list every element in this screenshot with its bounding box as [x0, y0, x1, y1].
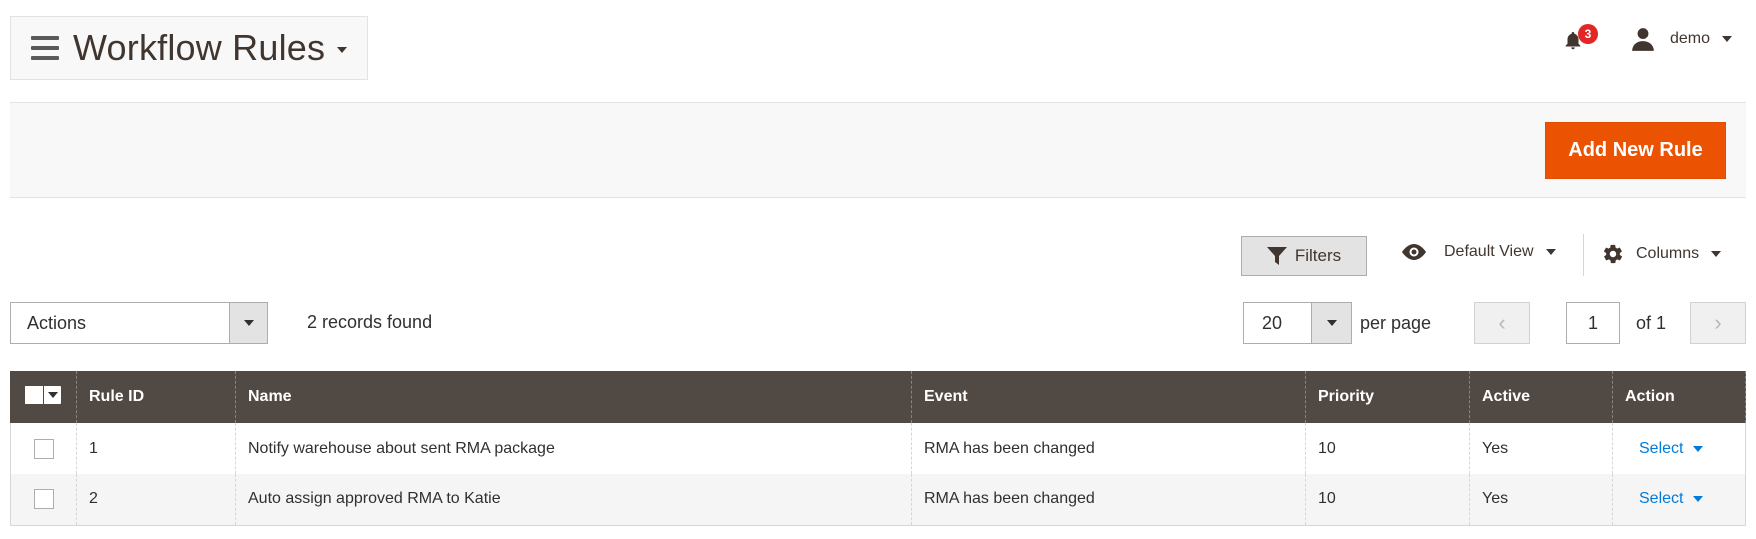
mass-select-checkbox[interactable]: [25, 385, 61, 404]
row-action-select[interactable]: Select: [1639, 439, 1704, 458]
chevron-down-icon: [1711, 251, 1722, 257]
row-action-label: Select: [1639, 490, 1684, 508]
per-page-value: 20: [1262, 312, 1283, 333]
page-title-switcher[interactable]: Workflow Rules: [10, 16, 368, 80]
notification-count-badge: 3: [1578, 24, 1598, 44]
add-new-rule-button[interactable]: Add New Rule: [1545, 122, 1726, 179]
column-header-name[interactable]: Name: [235, 371, 912, 423]
rule-name-cell: Auto assign approved RMA to Katie: [235, 474, 912, 526]
row-select-cell: [10, 474, 77, 526]
view-label: Default View: [1444, 243, 1534, 260]
chevron-down-icon: [47, 391, 58, 398]
rule-active-cell: Yes: [1469, 423, 1613, 474]
per-page-label: per page: [1360, 313, 1432, 333]
rule-active-cell: Yes: [1469, 474, 1613, 526]
user-icon: [1632, 28, 1654, 51]
row-select-cell: [10, 423, 77, 474]
menu-icon: [31, 36, 59, 60]
column-header-event[interactable]: Event: [911, 371, 1306, 423]
chevron-down-icon: [1693, 496, 1704, 503]
chevron-down-icon: [337, 47, 348, 53]
table-row: 2 Auto assign approved RMA to Katie RMA …: [10, 474, 1746, 526]
rule-action-cell: Select: [1612, 423, 1746, 474]
rule-action-cell: Select: [1612, 474, 1746, 526]
user-name: demo: [1670, 30, 1711, 47]
row-checkbox[interactable]: [34, 438, 54, 459]
chevron-down-icon: [1693, 445, 1704, 452]
row-action-select[interactable]: Select: [1639, 490, 1704, 508]
total-pages-label: of 1: [1636, 313, 1667, 333]
row-checkbox[interactable]: [34, 489, 54, 510]
columns-control[interactable]: Columns: [1602, 243, 1722, 265]
chevron-down-icon: [1326, 320, 1337, 326]
rule-name-cell: Notify warehouse about sent RMA package: [235, 423, 912, 474]
mass-actions-toggle[interactable]: [229, 303, 267, 343]
chevron-down-icon: [1545, 249, 1556, 255]
chevron-right-icon: ›: [1714, 310, 1722, 335]
mass-actions-value: Actions: [27, 312, 87, 333]
user-account-menu[interactable]: demo: [1630, 26, 1733, 52]
gear-icon: [1603, 244, 1623, 264]
records-found: 2 records found: [307, 312, 433, 332]
rule-priority-cell: 10: [1305, 474, 1470, 526]
per-page-select[interactable]: 20: [1243, 302, 1352, 344]
current-page-input[interactable]: [1566, 302, 1620, 344]
chevron-down-icon: [1722, 36, 1733, 42]
rule-id-cell: 2: [76, 474, 236, 526]
columns-label: Columns: [1636, 245, 1700, 262]
filter-icon: [1266, 247, 1287, 265]
view-switcher[interactable]: Default View: [1400, 243, 1556, 261]
previous-page-button[interactable]: ‹: [1474, 302, 1530, 344]
rules-grid: Rule ID Name Event Priority Active Actio…: [10, 371, 1746, 526]
grid-header-row: Rule ID Name Event Priority Active Actio…: [10, 371, 1746, 423]
chevron-left-icon: ‹: [1498, 310, 1506, 335]
mass-actions-select[interactable]: Actions: [10, 302, 268, 344]
toolbar-divider: [1583, 234, 1584, 276]
next-page-button[interactable]: ›: [1690, 302, 1746, 344]
chevron-down-icon: [243, 320, 254, 326]
row-action-label: Select: [1639, 439, 1684, 457]
rule-event-cell: RMA has been changed: [911, 474, 1306, 526]
table-row: 1 Notify warehouse about sent RMA packag…: [10, 423, 1746, 474]
page-actions-bar: Add New Rule: [10, 102, 1746, 198]
page-title: Workflow Rules: [73, 27, 326, 68]
filters-label: Filters: [1294, 246, 1342, 265]
eye-icon: [1402, 244, 1426, 260]
mass-select-header: [10, 371, 77, 423]
column-header-active[interactable]: Active: [1469, 371, 1613, 423]
rule-priority-cell: 10: [1305, 423, 1470, 474]
filters-button[interactable]: Filters: [1241, 236, 1367, 276]
column-header-priority[interactable]: Priority: [1305, 371, 1470, 423]
column-header-action: Action: [1612, 371, 1746, 423]
column-header-rule-id[interactable]: Rule ID: [76, 371, 236, 423]
per-page-toggle[interactable]: [1311, 303, 1351, 343]
rule-event-cell: RMA has been changed: [911, 423, 1306, 474]
rule-id-cell: 1: [76, 423, 236, 474]
